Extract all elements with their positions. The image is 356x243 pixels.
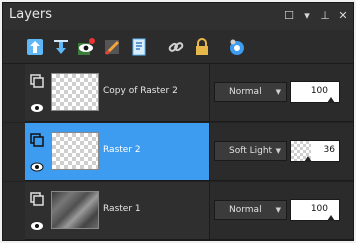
layer-group-icon[interactable] [30, 132, 44, 147]
opacity-handle[interactable] [327, 215, 335, 221]
layers-panel: Layers ☐ ▾ ⊥ ✕ Copy of Raster 2 Normal ▼… [2, 2, 354, 241]
layer-thumbnail [51, 132, 99, 170]
close-button[interactable]: ✕ [336, 9, 350, 23]
edit-brush-icon[interactable] [103, 37, 123, 57]
properties-icon[interactable] [129, 37, 149, 57]
opacity-slider[interactable]: 100 [290, 81, 340, 103]
layer-row-copy-of-raster-2[interactable]: Copy of Raster 2 Normal ▼ 100 [3, 64, 353, 122]
opacity-value: 36 [323, 145, 335, 155]
opacity-handle[interactable] [304, 156, 312, 162]
visibility-eye-icon[interactable] [30, 157, 44, 172]
visibility-eye-icon[interactable] [30, 216, 44, 230]
layer-name: Copy of Raster 2 [103, 86, 178, 96]
layer-name: Raster 1 [103, 204, 141, 214]
layer-thumbnail [51, 191, 99, 229]
blend-mode-select[interactable]: Normal ▼ [214, 82, 287, 102]
maximize-button[interactable]: ☐ [282, 9, 296, 23]
opacity-slider[interactable]: 36 [290, 140, 340, 162]
layer-name: Raster 2 [103, 145, 141, 155]
visibility-eye-icon[interactable] [30, 98, 44, 112]
chevron-down-icon: ▼ [275, 88, 281, 96]
blend-mode-value: Soft Light [229, 146, 273, 156]
opacity-handle[interactable] [327, 97, 335, 103]
panel-titlebar[interactable]: Layers ☐ ▾ ⊥ ✕ [3, 3, 353, 30]
layer-group-icon[interactable] [30, 191, 44, 206]
blend-mode-value: Normal [229, 205, 262, 215]
lock-icon[interactable] [192, 37, 212, 57]
opacity-value: 100 [310, 204, 328, 214]
mask-icon[interactable] [227, 37, 247, 57]
layer-row-raster-2[interactable]: Raster 2 Soft Light ▼ 36 [3, 123, 353, 181]
blend-mode-value: Normal [229, 87, 262, 97]
move-up-icon[interactable] [25, 37, 45, 57]
opacity-value: 100 [310, 86, 328, 96]
layer-group-icon[interactable] [30, 73, 44, 88]
chevron-down-icon: ▼ [275, 206, 281, 214]
panel-title: Layers [9, 7, 53, 22]
chevron-down-icon: ▼ [275, 147, 281, 155]
layers-list: Copy of Raster 2 Normal ▼ 100 Raster 2 S… [3, 64, 353, 240]
blend-mode-select[interactable]: Soft Light ▼ [214, 141, 287, 161]
opacity-slider[interactable]: 100 [290, 199, 340, 221]
dropdown-button[interactable]: ▾ [300, 9, 314, 23]
layers-toolbar [3, 30, 353, 64]
pin-button[interactable]: ⊥ [318, 9, 332, 23]
layer-row-raster-1[interactable]: Raster 1 Normal ▼ 100 [3, 182, 353, 240]
layer-thumbnail [51, 73, 99, 111]
blend-mode-select[interactable]: Normal ▼ [214, 200, 287, 220]
move-down-icon[interactable] [51, 37, 71, 57]
link-icon[interactable] [166, 37, 186, 57]
view-toggle-icon[interactable] [76, 37, 96, 57]
